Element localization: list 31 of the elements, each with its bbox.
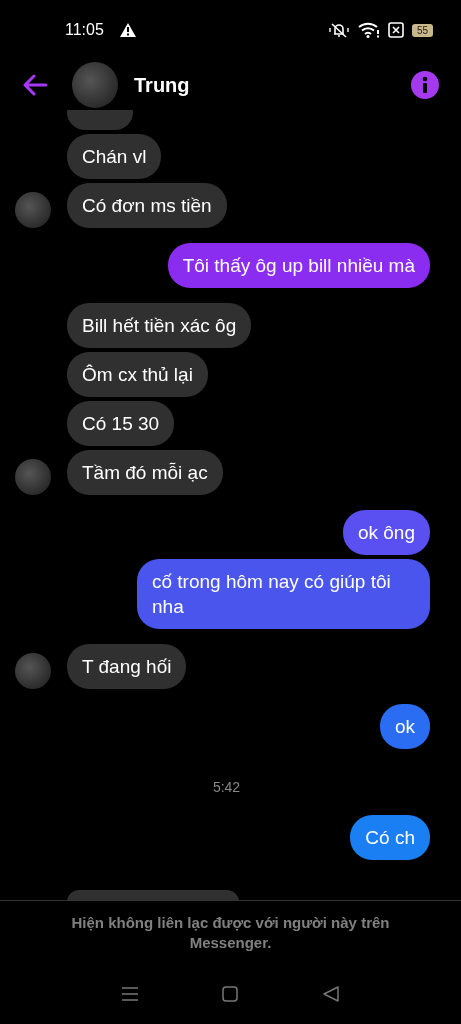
sent-message: Tôi thấy ôg up bill nhiều mà: [167, 243, 430, 288]
back-triangle-icon[interactable]: [322, 986, 339, 1002]
message-bubble: [67, 110, 133, 130]
info-icon[interactable]: [411, 71, 439, 99]
status-time: 11:05: [65, 21, 104, 39]
contact-avatar: [15, 459, 51, 495]
notice-text: Hiện không liên lạc được với người này trên Messenger.: [70, 912, 391, 953]
mute-icon: [327, 22, 350, 38]
sent-message: ok: [379, 704, 430, 749]
sent-message: cố trong hôm nay có giúp tôi nha: [137, 559, 430, 629]
received-message: Chán vl: [67, 134, 162, 179]
received-message: Ôm cx thủ lại: [67, 352, 208, 397]
menu-icon[interactable]: [122, 986, 139, 1002]
home-square-icon[interactable]: [222, 986, 239, 1002]
received-message: T đang hối: [67, 644, 187, 689]
contact-avatar: [15, 653, 51, 689]
contact-name[interactable]: Trung: [134, 73, 190, 97]
contact-avatar: [15, 192, 51, 228]
timestamp: 5:42: [212, 779, 241, 795]
sent-message: Có ch: [350, 815, 430, 860]
warning-icon: [119, 23, 136, 37]
battery-indicator: 55: [411, 23, 433, 37]
no-sim-icon: [387, 22, 404, 38]
contact-avatar[interactable]: [72, 62, 118, 108]
received-message: Có đơn ms tiền: [67, 183, 227, 228]
received-message: Bill hết tiền xác ôg: [67, 303, 252, 348]
sent-message: ok ông: [342, 510, 430, 555]
received-message: Tầm đó mỗi ạc: [67, 450, 223, 495]
back-arrow-icon[interactable]: [22, 74, 48, 96]
wifi-icon: [357, 22, 380, 38]
received-message: Có 15 30: [67, 401, 175, 446]
